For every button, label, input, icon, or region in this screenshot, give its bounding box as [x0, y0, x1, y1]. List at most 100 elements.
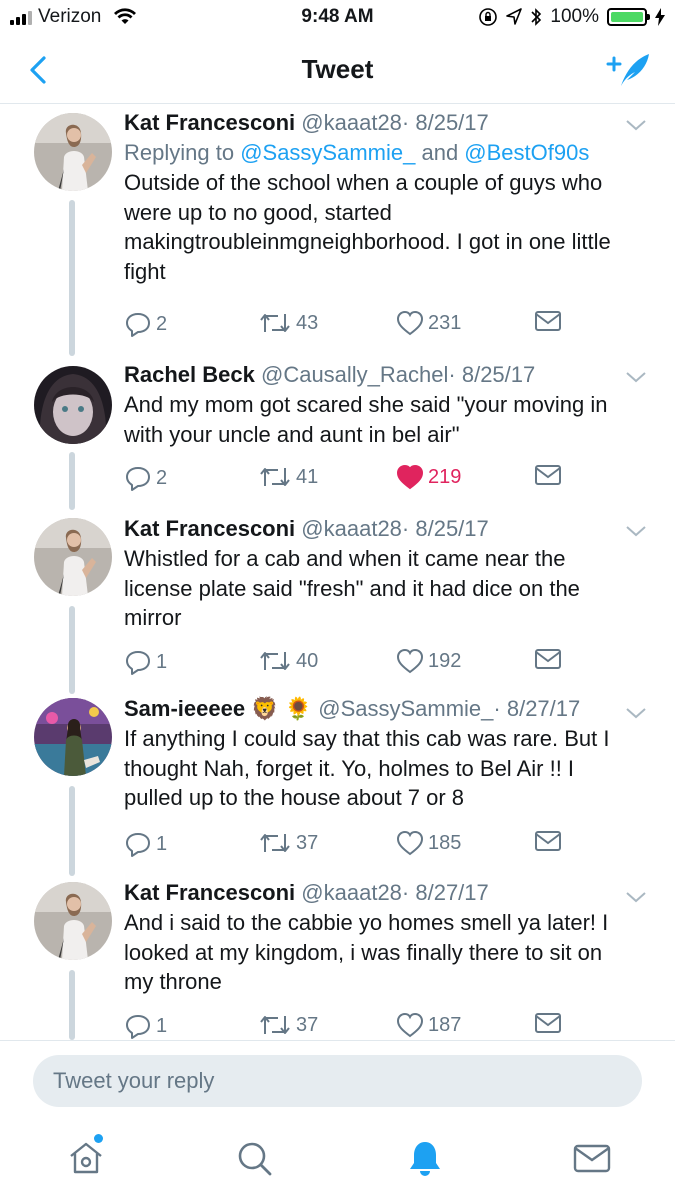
- home-notification-dot: [94, 1134, 103, 1143]
- messages-icon[interactable]: [572, 1138, 612, 1178]
- tweet-actions: 1 37 185: [124, 830, 564, 860]
- page-title: Tweet: [301, 54, 374, 84]
- avatar[interactable]: [34, 882, 112, 960]
- tweet-actions: 2 43 231: [124, 310, 564, 340]
- reply-bar: Tweet your reply: [0, 1040, 675, 1122]
- chevron-down-icon[interactable]: [625, 706, 647, 720]
- tweet-text: Whistled for a cab and when it came near…: [124, 546, 580, 630]
- message-button[interactable]: [534, 1012, 562, 1034]
- reply-count: 2: [156, 312, 168, 335]
- reply-count: 1: [156, 650, 168, 673]
- thread-line: [69, 606, 75, 694]
- like-button[interactable]: 231: [396, 310, 461, 336]
- like-count: 219: [428, 465, 462, 488]
- orientation-lock-icon: [479, 8, 498, 26]
- tweet-date: · 8/27/17: [493, 696, 581, 721]
- mail-icon: [535, 1013, 561, 1033]
- tab-bar: [0, 1122, 675, 1200]
- reply-button[interactable]: 1: [124, 830, 167, 858]
- retweet-button[interactable]: 37: [258, 830, 318, 856]
- tweet-date: · 8/25/17: [448, 362, 536, 387]
- like-button[interactable]: 185: [396, 830, 461, 856]
- tweet-actions: 2 41 219: [124, 464, 564, 494]
- tweet-thread[interactable]: Kat Francesconi @kaaat28· 8/25/17 Replyi…: [0, 104, 675, 1040]
- replying-to-user-link[interactable]: @SassySammie_: [240, 140, 415, 165]
- message-button[interactable]: [534, 648, 562, 670]
- tweet[interactable]: Kat Francesconi @kaaat28· 8/25/17 Replyi…: [0, 104, 675, 356]
- tweet-text: If anything I could say that this cab wa…: [124, 726, 610, 810]
- reply-count: 2: [156, 466, 168, 489]
- notifications-icon[interactable]: [405, 1138, 445, 1178]
- chevron-down-icon[interactable]: [625, 524, 647, 538]
- reply-count: 1: [156, 1014, 168, 1037]
- reply-button[interactable]: 1: [124, 648, 167, 676]
- tweet-date: · 8/25/17: [401, 516, 489, 541]
- status-bar: Verizon 9:48 AM 100%: [0, 0, 675, 36]
- retweet-icon: [260, 1016, 290, 1034]
- mail-icon: [535, 649, 561, 669]
- search-icon[interactable]: [234, 1138, 274, 1178]
- retweet-button[interactable]: 40: [258, 648, 318, 674]
- avatar[interactable]: [34, 113, 112, 191]
- tweet-actions: 1 40 192: [124, 648, 564, 678]
- chevron-down-icon[interactable]: [625, 118, 647, 132]
- tweet-author-name[interactable]: Sam-ieeeee 🦁 🌻: [124, 696, 312, 721]
- avatar[interactable]: [34, 518, 112, 596]
- reply-count: 1: [156, 832, 168, 855]
- reply-input[interactable]: Tweet your reply: [33, 1055, 642, 1107]
- tweet-author-name[interactable]: Kat Francesconi: [124, 516, 295, 541]
- home-icon[interactable]: [66, 1138, 106, 1178]
- retweet-button[interactable]: 43: [258, 310, 318, 336]
- tweet-author-handle[interactable]: @Causally_Rachel: [261, 362, 448, 387]
- tweet[interactable]: Kat Francesconi @kaaat28· 8/27/17 And i …: [0, 876, 675, 1040]
- avatar[interactable]: [34, 698, 112, 776]
- compose-tweet-icon[interactable]: [605, 48, 651, 90]
- tweet-author-name[interactable]: Kat Francesconi: [124, 110, 295, 135]
- retweet-button[interactable]: 41: [258, 464, 318, 490]
- replying-to: Replying to @SassySammie_ and @BestOf90s: [124, 140, 590, 165]
- replying-to-user-link[interactable]: @BestOf90s: [464, 140, 589, 165]
- like-button[interactable]: 192: [396, 648, 461, 674]
- tweet-date: · 8/25/17: [401, 110, 489, 135]
- retweet-count: 37: [296, 831, 319, 854]
- battery-percent: 100%: [550, 6, 599, 27]
- mail-icon: [535, 311, 561, 331]
- tweet-author-handle[interactable]: @kaaat28: [301, 880, 402, 905]
- tweet[interactable]: Sam-ieeeee 🦁 🌻 @SassySammie_· 8/27/17 If…: [0, 694, 675, 876]
- reply-icon: [126, 467, 150, 491]
- retweet-button[interactable]: 37: [258, 1012, 318, 1038]
- chevron-down-icon[interactable]: [625, 890, 647, 904]
- tweet-author-handle[interactable]: @kaaat28: [301, 516, 402, 541]
- reply-button[interactable]: 1: [124, 1012, 167, 1040]
- tweet-actions: 1 37 187: [124, 1012, 564, 1040]
- tweet-author-handle[interactable]: @kaaat28: [301, 110, 402, 135]
- reply-button[interactable]: 2: [124, 464, 167, 492]
- tweet[interactable]: Kat Francesconi @kaaat28· 8/25/17 Whistl…: [0, 510, 675, 694]
- heart-icon: [396, 310, 424, 336]
- tweet-author-handle[interactable]: @SassySammie_: [318, 696, 493, 721]
- avatar[interactable]: [34, 366, 112, 444]
- like-count: 185: [428, 831, 462, 854]
- like-button[interactable]: 219: [396, 464, 461, 490]
- message-button[interactable]: [534, 464, 562, 486]
- reply-button[interactable]: 2: [124, 310, 167, 338]
- reply-icon: [126, 833, 150, 857]
- tweet-author-name[interactable]: Kat Francesconi: [124, 880, 295, 905]
- tweet-author-name[interactable]: Rachel Beck: [124, 362, 255, 387]
- thread-line: [69, 970, 75, 1040]
- retweet-icon: [260, 468, 290, 486]
- heart-icon: [396, 830, 424, 856]
- heart-filled-icon: [396, 464, 424, 490]
- retweet-icon: [260, 834, 290, 852]
- tweet[interactable]: Rachel Beck @Causally_Rachel· 8/25/17 An…: [0, 356, 675, 510]
- message-button[interactable]: [534, 830, 562, 852]
- bluetooth-icon: [531, 8, 542, 26]
- like-button[interactable]: 187: [396, 1012, 461, 1038]
- message-button[interactable]: [534, 310, 562, 332]
- like-count: 187: [428, 1013, 462, 1036]
- like-count: 192: [428, 649, 462, 672]
- thread-line: [69, 452, 75, 510]
- tweet-text: Outside of the school when a couple of g…: [124, 170, 611, 284]
- charging-icon: [655, 8, 665, 26]
- chevron-down-icon[interactable]: [625, 370, 647, 384]
